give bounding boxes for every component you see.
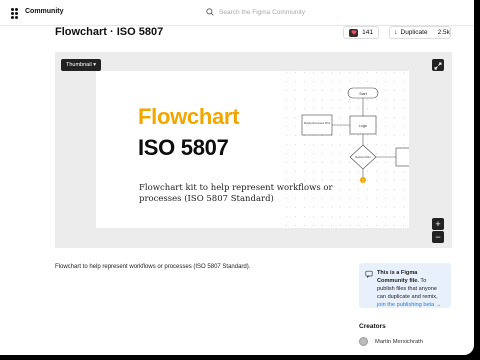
duplicate-button[interactable]: ↓ Duplicate 2.5k (389, 26, 451, 39)
decision-label: Decision Point (355, 156, 371, 159)
publishing-beta-link[interactable]: join the publishing beta → (377, 302, 441, 308)
creator-item[interactable]: Martin Mersichrath (359, 337, 423, 346)
top-bar: Community (0, 0, 474, 26)
side-box (301, 114, 333, 136)
creators-heading: Creators (359, 323, 386, 330)
community-file-icon (365, 270, 373, 278)
search-icon (206, 8, 214, 16)
preview-area: Thumbnail ▾ Flowchart ISO 5807 Flowchart… (55, 52, 452, 248)
creator-name: Martin Mersichrath (375, 338, 423, 345)
flowchart-diagram: Start Logic Simple Document Print Decisi… (301, 87, 409, 183)
file-description: Flowchart to help represent workflows or… (55, 264, 251, 270)
screen-frame: Community Flowchart · ISO 5807 141 ↓ Dup… (0, 0, 480, 360)
page: Community Flowchart · ISO 5807 141 ↓ Dup… (0, 0, 474, 355)
right-box (395, 147, 409, 167)
start-label: Start (359, 92, 366, 96)
zoom-in-button[interactable]: + (432, 218, 444, 230)
side-label: Simple Document Print (304, 121, 331, 125)
step-number: 1 (362, 178, 364, 182)
figma-logo-icon[interactable] (11, 8, 18, 19)
download-icon: ↓ (394, 29, 398, 36)
avatar (359, 337, 368, 346)
duplicate-label: Duplicate (400, 29, 428, 36)
zoom-out-button[interactable]: − (432, 231, 444, 243)
process-label: Logic (359, 124, 368, 128)
page-title: Flowchart · ISO 5807 (55, 26, 164, 38)
expand-button[interactable] (432, 59, 444, 71)
like-count: 141 (362, 29, 373, 36)
breadcrumb-community[interactable]: Community (25, 8, 64, 15)
like-button[interactable]: 141 (343, 26, 379, 39)
search-input[interactable] (219, 6, 389, 19)
expand-icon (434, 62, 442, 70)
heart-icon (349, 28, 358, 37)
notice-bold: This is a Figma Community file. (377, 270, 419, 284)
cover-card: Flowchart ISO 5807 Flowchart kit to help… (96, 71, 409, 228)
duplicate-count: 2.5k (437, 29, 450, 36)
thumbnail-dropdown[interactable]: Thumbnail ▾ (61, 59, 101, 71)
community-notice: This is a Figma Community file. To publi… (359, 263, 451, 308)
